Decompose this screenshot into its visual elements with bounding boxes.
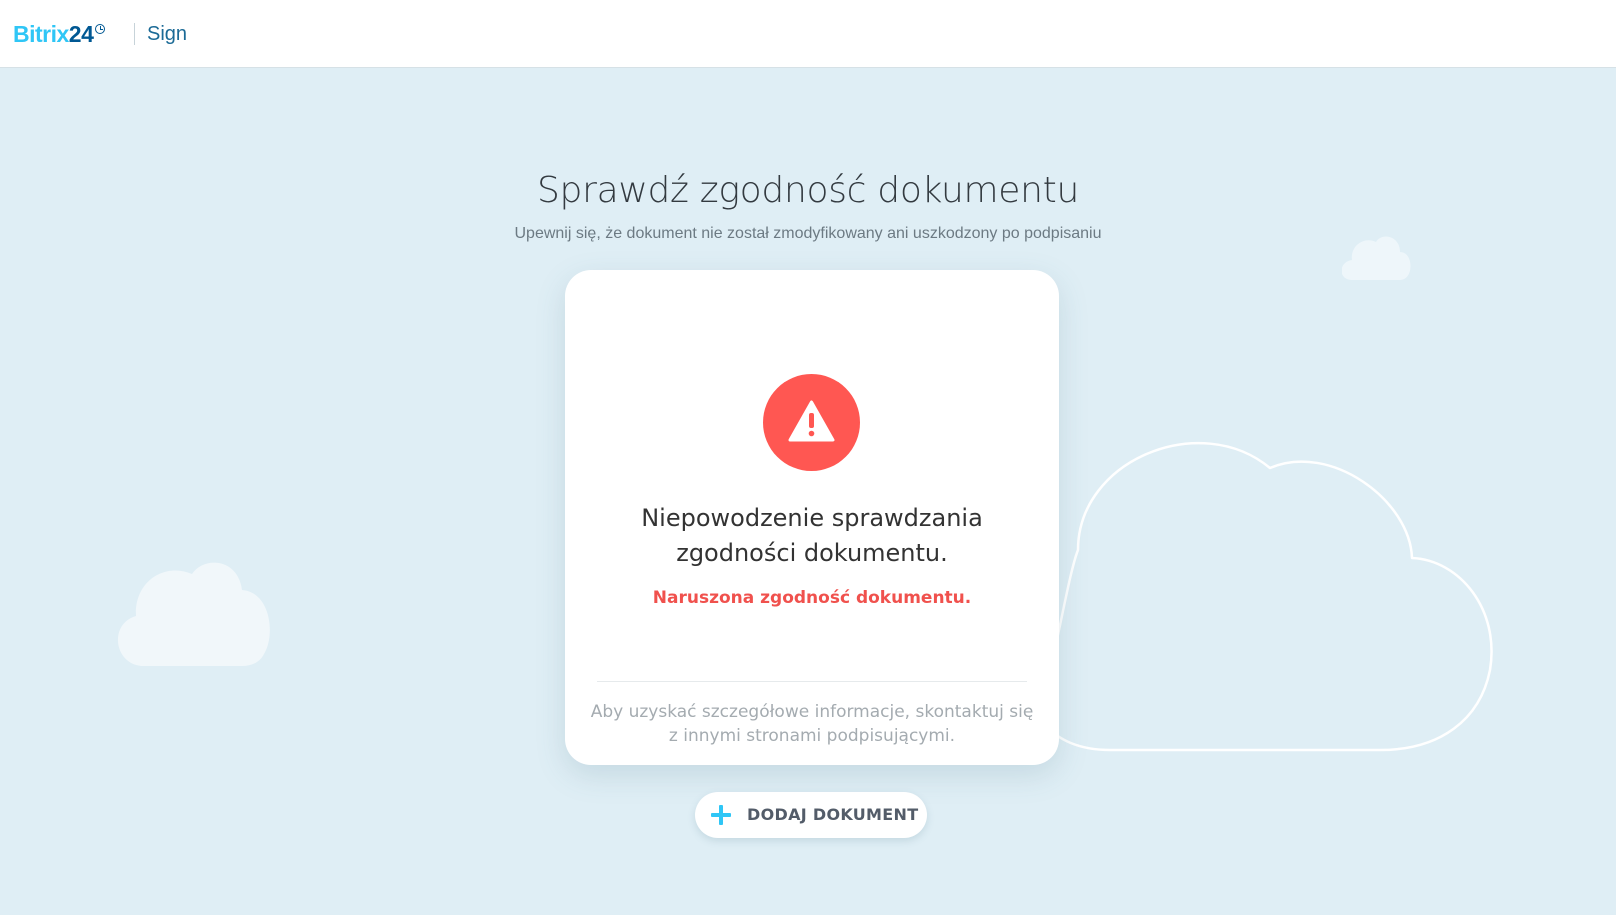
contact-note-line2: z innymi stronami podpisującymi. [668, 726, 956, 746]
product-name: Sign [147, 23, 188, 45]
logo-brand-text: Bitrix [13, 21, 69, 47]
add-document-button[interactable]: DODAJ DOKUMENT [695, 792, 927, 838]
contact-note-line1: Aby uzyskać szczegółowe informacje, skon… [590, 702, 1034, 722]
card-divider [597, 681, 1027, 682]
page-subtitle: Upewnij się, że dokument nie został zmod… [514, 225, 1102, 242]
header-divider [134, 23, 135, 45]
warning-icon [763, 374, 860, 471]
error-message: Naruszona zgodność dokumentu. [652, 588, 972, 608]
page-title: Sprawdź zgodność dokumentu [536, 170, 1079, 211]
top-header: Bitrix 24 Sign [0, 0, 1616, 68]
clock-icon [95, 24, 106, 34]
plus-icon [711, 805, 731, 825]
verification-result-card: Niepowodzenie sprawdzania zgodności doku… [565, 270, 1059, 765]
cloud-left-decoration [117, 562, 270, 666]
result-title-line2: zgodności dokumentu. [676, 539, 948, 567]
result-title-line1: Niepowodzenie sprawdzania [641, 504, 983, 532]
contact-note: Aby uzyskać szczegółowe informacje, skon… [585, 700, 1039, 748]
cloud-outline-decoration [1037, 441, 1493, 752]
bitrix24-logo[interactable]: Bitrix 24 [13, 20, 106, 48]
add-document-label: DODAJ DOKUMENT [747, 805, 919, 824]
logo-number-text: 24 [68, 21, 94, 47]
result-title: Niepowodzenie sprawdzania zgodności doku… [595, 501, 1029, 571]
